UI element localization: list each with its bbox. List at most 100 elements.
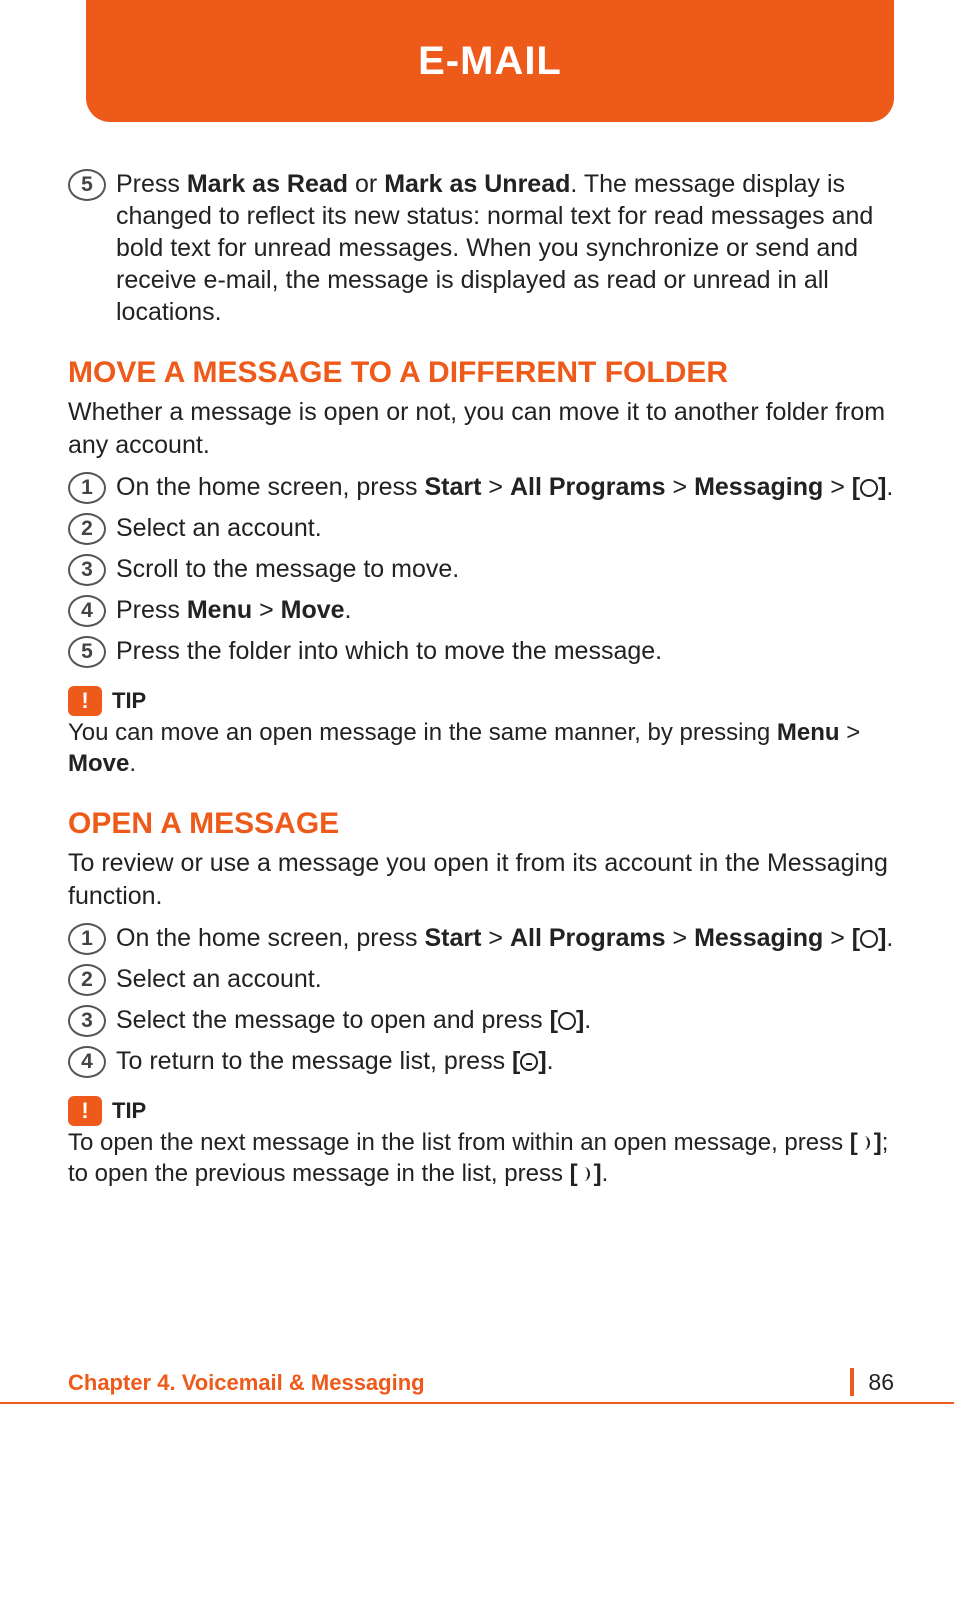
step-row: 2 Select an account. — [68, 512, 894, 545]
step-number-badge: 3 — [68, 554, 106, 586]
text: Press — [116, 596, 187, 624]
tip-header: ! TIP — [68, 686, 894, 716]
step-row: 5 Press Mark as Read or Mark as Unread. … — [68, 168, 894, 328]
section-intro: To review or use a message you open it f… — [68, 847, 894, 912]
text: . — [584, 1006, 591, 1034]
ok-key-icon — [558, 1012, 576, 1030]
tip-label: TIP — [112, 688, 146, 714]
step-row: 2 Select an account. — [68, 963, 894, 996]
step-row: 1 On the home screen, press Start > All … — [68, 471, 894, 504]
bracket-close: ] — [874, 1129, 882, 1156]
page-footer: Chapter 4. Voicemail & Messaging 86 — [0, 1370, 954, 1404]
bold: Move — [68, 750, 129, 777]
bold: Move — [281, 596, 345, 624]
step-row: 4 Press Menu > Move. — [68, 594, 894, 627]
text: > — [840, 719, 861, 746]
step-text: To return to the message list, press []. — [116, 1045, 894, 1077]
bold: Mark as Unread — [384, 170, 570, 198]
tip-label: TIP — [112, 1098, 146, 1124]
volume-right-icon — [858, 1134, 874, 1152]
bracket-open: [ — [852, 473, 860, 501]
text: > — [252, 596, 281, 624]
bold: Start — [424, 473, 481, 501]
text: . — [886, 924, 893, 952]
bracket-close: ] — [538, 1047, 546, 1075]
text: . — [886, 473, 893, 501]
tip-text: To open the next message in the list fro… — [68, 1128, 894, 1189]
ok-key-icon — [860, 930, 878, 948]
back-key-icon — [520, 1053, 538, 1071]
text: > — [823, 924, 852, 952]
section-heading-open: OPEN A MESSAGE — [68, 807, 894, 841]
step-number-badge: 5 — [68, 636, 106, 668]
step-text: Select the message to open and press []. — [116, 1004, 894, 1036]
tip-header: ! TIP — [68, 1096, 894, 1126]
page-content: 5 Press Mark as Read or Mark as Unread. … — [68, 160, 894, 1190]
text: . — [547, 1047, 554, 1075]
text: You can move an open message in the same… — [68, 719, 777, 746]
bracket-open: [ — [570, 1160, 578, 1187]
chapter-label: Chapter 4. Voicemail & Messaging — [68, 1370, 425, 1396]
step-row: 3 Select the message to open and press [… — [68, 1004, 894, 1037]
step-number-badge: 1 — [68, 923, 106, 955]
tip-block: ! TIP You can move an open message in th… — [68, 686, 894, 779]
volume-left-icon — [578, 1165, 594, 1183]
step-text: Press Menu > Move. — [116, 594, 894, 626]
text: > — [481, 473, 510, 501]
exclamation-icon: ! — [81, 688, 88, 714]
step-number-badge: 5 — [68, 169, 106, 201]
step-text: Select an account. — [116, 963, 894, 995]
bracket-open: [ — [512, 1047, 520, 1075]
page-title: E-MAIL — [418, 39, 562, 84]
text: > — [481, 924, 510, 952]
step-row: 3 Scroll to the message to move. — [68, 553, 894, 586]
step-text: Press the folder into which to move the … — [116, 635, 894, 667]
step-text: Scroll to the message to move. — [116, 553, 894, 585]
page-number-divider — [850, 1368, 854, 1396]
text: To open the next message in the list fro… — [68, 1129, 850, 1156]
bold: All Programs — [510, 924, 666, 952]
bold: Mark as Read — [187, 170, 348, 198]
step-text: On the home screen, press Start > All Pr… — [116, 471, 894, 503]
step-number-badge: 1 — [68, 472, 106, 504]
section-heading-move: MOVE A MESSAGE TO A DIFFERENT FOLDER — [68, 356, 894, 390]
bold: Menu — [187, 596, 252, 624]
step-number-badge: 2 — [68, 964, 106, 996]
bold: Messaging — [694, 924, 823, 952]
page-number-wrap: 86 — [850, 1368, 894, 1396]
tip-icon: ! — [68, 1096, 102, 1126]
bold: All Programs — [510, 473, 666, 501]
page-number: 86 — [868, 1369, 894, 1396]
step-row: 5 Press the folder into which to move th… — [68, 635, 894, 668]
step-text: On the home screen, press Start > All Pr… — [116, 922, 894, 954]
step-number-badge: 3 — [68, 1005, 106, 1037]
text: To return to the message list, press — [116, 1047, 512, 1075]
text: or — [348, 170, 384, 198]
text: . — [345, 596, 352, 624]
text: Select the message to open and press — [116, 1006, 550, 1034]
bracket-open: [ — [850, 1129, 858, 1156]
footer-inner: Chapter 4. Voicemail & Messaging 86 — [68, 1368, 894, 1396]
text: > — [666, 924, 695, 952]
step-number-badge: 2 — [68, 513, 106, 545]
exclamation-icon: ! — [81, 1098, 88, 1124]
text: . — [602, 1160, 609, 1187]
text: > — [823, 473, 852, 501]
step-number-badge: 4 — [68, 1046, 106, 1078]
bold: Menu — [777, 719, 840, 746]
bracket-open: [ — [550, 1006, 558, 1034]
bold: Messaging — [694, 473, 823, 501]
bold: Start — [424, 924, 481, 952]
text: > — [666, 473, 695, 501]
tip-text: You can move an open message in the same… — [68, 718, 894, 779]
step-text: Select an account. — [116, 512, 894, 544]
step-row: 4 To return to the message list, press [… — [68, 1045, 894, 1078]
page-header: E-MAIL — [86, 0, 894, 122]
text: . — [129, 750, 136, 777]
text: Press — [116, 170, 187, 198]
step-text: Press Mark as Read or Mark as Unread. Th… — [116, 168, 894, 328]
section-intro: Whether a message is open or not, you ca… — [68, 396, 894, 461]
step-number-badge: 4 — [68, 595, 106, 627]
bracket-close: ] — [594, 1160, 602, 1187]
tip-block: ! TIP To open the next message in the li… — [68, 1096, 894, 1189]
